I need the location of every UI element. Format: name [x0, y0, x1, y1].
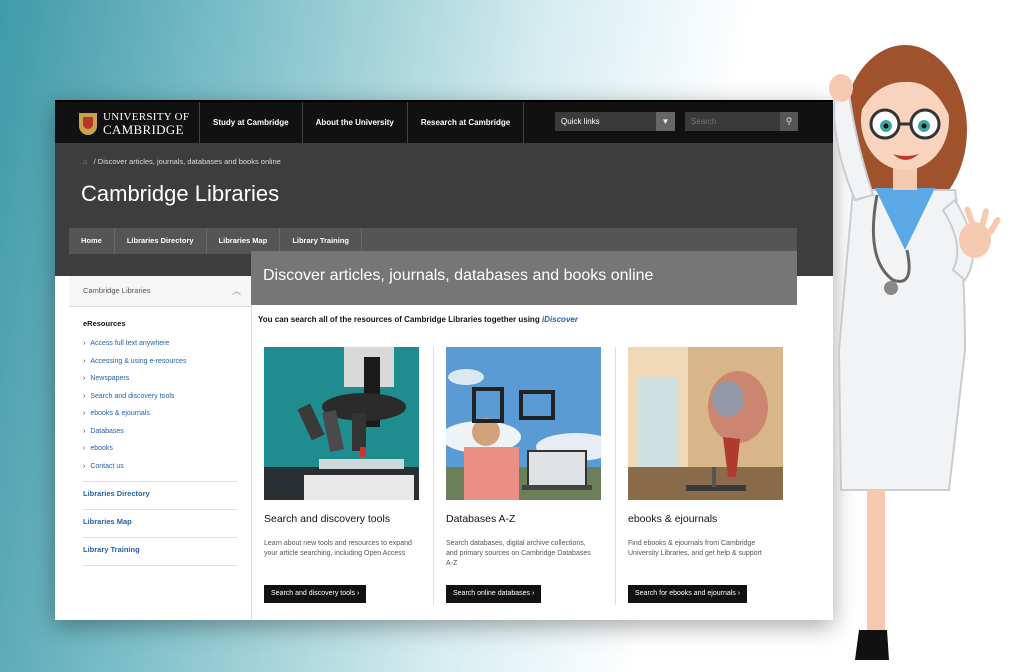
card-ebooks-ejournals: ebooks & ejournals Find ebooks & ejourna…: [628, 347, 783, 603]
sidebar-libraries-map[interactable]: Libraries Map: [69, 510, 251, 531]
card-title: ebooks & ejournals: [628, 513, 718, 525]
card-description: Learn about new tools and resources to e…: [264, 540, 412, 557]
sidebar-link-newspapers[interactable]: › Newspapers: [83, 370, 237, 388]
website-screenshot: UNIVERSITY OF CAMBRIDGE Study at Cambrid…: [55, 100, 833, 620]
banner-heading: Discover articles, journals, databases a…: [263, 267, 654, 284]
sidebar-link-contact[interactable]: › Contact us: [83, 458, 237, 476]
sidebar-link-accessing-eresources[interactable]: › Accessing & using e-resources: [83, 353, 237, 371]
quick-links-label: Quick links: [561, 117, 600, 126]
databases-image[interactable]: [446, 347, 601, 500]
anatomy-model-image[interactable]: [628, 347, 783, 500]
sidebar-library-training[interactable]: Library Training: [69, 538, 251, 559]
divider: [83, 565, 237, 566]
chevron-right-icon: ›: [83, 357, 86, 365]
sidebar-link-list: › Access full text anywhere › Accessing & …: [69, 332, 251, 475]
card-description: Search databases, digital archive collec…: [446, 540, 591, 567]
quick-links-dropdown[interactable]: Quick links ▼: [555, 112, 675, 131]
sidebar-libraries-directory[interactable]: Libraries Directory: [69, 482, 251, 503]
chevron-right-icon: ›: [357, 590, 360, 597]
logo-line-2: CAMBRIDGE: [103, 122, 184, 137]
intro-text: You can search all of the resources of C…: [258, 315, 578, 324]
breadcrumb: ⌂ / Discover articles, journals, databas…: [83, 157, 281, 166]
secnav-home[interactable]: Home: [69, 228, 115, 254]
nav-study[interactable]: Study at Cambridge: [199, 102, 302, 143]
chevron-right-icon: ›: [532, 590, 535, 597]
chevron-right-icon: ›: [83, 410, 86, 417]
chevron-right-icon: ›: [83, 340, 86, 347]
chevron-right-icon: ›: [737, 590, 741, 597]
card-databases: Databases A-Z Search databases, digital …: [446, 347, 601, 603]
university-logo[interactable]: UNIVERSITY OF CAMBRIDGE: [79, 112, 189, 136]
card-search-tools: Search and discovery tools Learn about n…: [264, 347, 419, 603]
sidebar-link-search-tools[interactable]: › Search and discovery tools: [83, 388, 237, 406]
microscope-image[interactable]: [264, 347, 419, 500]
search-icon[interactable]: ⚲: [780, 112, 798, 131]
divider: [615, 347, 616, 605]
secnav-libraries-directory[interactable]: Libraries Directory: [115, 228, 207, 254]
chevron-right-icon: ›: [83, 375, 86, 382]
card-title: Search and discovery tools: [264, 513, 391, 525]
nav-research[interactable]: Research at Cambridge: [406, 102, 525, 143]
crest-icon: [79, 113, 97, 135]
divider: [433, 347, 434, 605]
cartoon-librarian-illustration: [829, 45, 1001, 660]
chevron-right-icon: ›: [83, 445, 86, 452]
page-title: Cambridge Libraries: [81, 181, 280, 206]
breadcrumb-current: Discover articles, journals, databases a…: [97, 157, 281, 166]
search-discovery-tools-button[interactable]: Search and discovery tools ›: [264, 585, 367, 603]
chevron-down-icon: ▼: [656, 112, 675, 131]
sidebar-link-ebooks[interactable]: › ebooks: [83, 440, 237, 458]
home-icon[interactable]: ⌂: [83, 157, 88, 166]
nav-about[interactable]: About the University: [301, 102, 407, 143]
card-title: Databases A-Z: [446, 513, 516, 525]
chevron-right-icon: ›: [83, 392, 86, 400]
content-banner: Discover articles, journals, databases a…: [251, 251, 797, 305]
top-bar: UNIVERSITY OF CAMBRIDGE Study at Cambrid…: [55, 100, 833, 143]
sidebar-link-access-full-text[interactable]: › Access full text anywhere: [83, 335, 237, 353]
chevron-up-icon: ︿: [231, 286, 241, 296]
search-online-databases-button[interactable]: Search online databases ›: [446, 585, 542, 603]
idiscover-link[interactable]: iDiscover: [542, 315, 578, 324]
sidebar-link-ebooks-ejournals[interactable]: › ebooks & ejournals: [83, 405, 237, 423]
sidebar: Cambridge Libraries ︿ eResources › Access…: [69, 276, 252, 620]
top-nav: Study at Cambridge About the University …: [199, 102, 525, 143]
sidebar-heading[interactable]: Cambridge Libraries ︿: [69, 276, 251, 307]
chevron-right-icon: ›: [83, 462, 86, 470]
card-description: Find ebooks & ejournals from Cambridge U…: [628, 540, 762, 557]
sidebar-group-title: eResources: [83, 319, 126, 328]
sidebar-link-databases[interactable]: › Databases: [83, 423, 237, 441]
chevron-right-icon: ›: [83, 427, 86, 435]
search-ebooks-ejournals-button[interactable]: Search for ebooks and ejournals ›: [628, 585, 748, 603]
